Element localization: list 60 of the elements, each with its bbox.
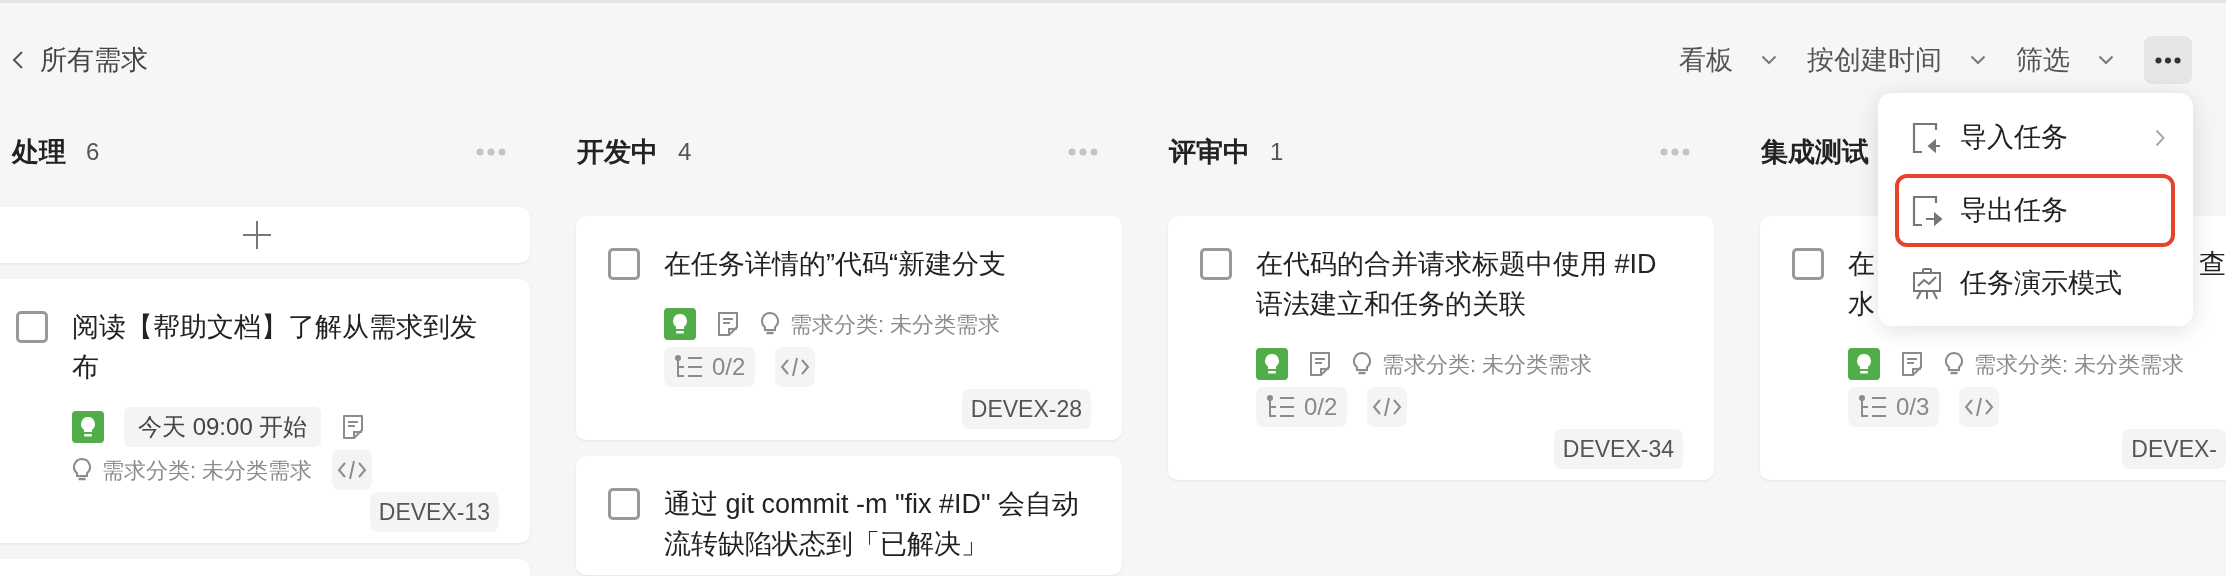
menu-item[interactable]: 导出任务 — [1895, 174, 2175, 247]
more-icon[interactable] — [476, 148, 506, 156]
checkbox[interactable] — [16, 311, 48, 343]
back-icon[interactable] — [12, 50, 24, 70]
column-title: 集成测试 — [1761, 135, 1869, 169]
column-title: 开发中 — [577, 135, 658, 169]
export-icon — [1912, 194, 1942, 227]
category-label: 需求分类: 未分类需求 — [102, 456, 313, 485]
bulb-icon — [72, 457, 92, 483]
more-button[interactable] — [2144, 36, 2192, 84]
bulb-icon — [1944, 351, 1964, 377]
checkbox[interactable] — [1792, 248, 1824, 280]
import-icon — [1912, 121, 1942, 154]
column-count: 1 — [1270, 137, 1284, 167]
task-title[interactable]: 在代码的合并请求标题中使用 #ID 语法建立和任务的关联 — [1256, 244, 1683, 324]
menu-item[interactable]: 任务演示模式 — [1895, 247, 2175, 320]
toolbar-dropdown[interactable]: 筛选 — [2016, 39, 2114, 81]
chevron-down-icon — [1761, 55, 1777, 65]
chevron-right-icon — [2155, 128, 2165, 147]
checkbox[interactable] — [608, 248, 640, 280]
bulb-icon — [1352, 351, 1372, 377]
subtask-icon — [1858, 394, 1888, 420]
page-title: 所有需求 — [40, 43, 148, 77]
column-title: 评审中 — [1169, 135, 1250, 169]
date-tag: 今天 09:00 开始 — [124, 407, 322, 447]
column-count: 4 — [678, 137, 692, 167]
checkbox[interactable] — [608, 488, 640, 520]
more-icon[interactable] — [1660, 148, 1690, 156]
task-title[interactable]: 通过 git commit -m "fix #ID" 会自动流转缺陷状态到「已解决」 — [664, 484, 1091, 564]
column-title: 处理 — [12, 135, 66, 169]
plus-icon — [242, 220, 272, 250]
code-icon[interactable] — [775, 347, 816, 387]
checkbox[interactable] — [1200, 248, 1232, 280]
subtask-icon — [1266, 394, 1296, 420]
toolbar-dropdown[interactable]: 按创建时间 — [1807, 39, 1986, 81]
task-id: DEVEX-34 — [1553, 429, 1683, 469]
task-title[interactable]: 阅读【帮助文档】了解从需求到发布 — [72, 307, 499, 387]
task-id: DEVEX-13 — [369, 492, 499, 532]
category-label: 需求分类: 未分类需求 — [1974, 350, 2185, 379]
task-title[interactable]: 查 — [2199, 244, 2226, 284]
category-label: 需求分类: 未分类需求 — [790, 310, 1001, 339]
chevron-down-icon — [2098, 55, 2114, 65]
chevron-down-icon — [1970, 55, 1986, 65]
task-id: DEVEX- — [2122, 429, 2226, 469]
task-title[interactable]: 水 — [1848, 284, 1875, 324]
menu-item[interactable]: 导入任务 — [1895, 101, 2175, 174]
bulb-icon — [760, 311, 780, 337]
task-id: DEVEX-28 — [961, 389, 1091, 429]
task-title[interactable]: 在 — [1848, 244, 1875, 284]
category-label: 需求分类: 未分类需求 — [1382, 350, 1593, 379]
more-icon — [2155, 56, 2181, 64]
column-count: 6 — [86, 137, 100, 167]
more-icon[interactable] — [1068, 148, 1098, 156]
task-title[interactable]: 在任务详情的”代码“新建分支 — [664, 244, 1091, 284]
easel-icon — [1912, 267, 1942, 300]
code-icon[interactable] — [1959, 387, 2000, 427]
subtask-icon — [674, 354, 704, 380]
toolbar-dropdown[interactable]: 看板 — [1679, 39, 1777, 81]
code-icon[interactable] — [1367, 387, 1408, 427]
code-icon[interactable] — [332, 450, 373, 490]
